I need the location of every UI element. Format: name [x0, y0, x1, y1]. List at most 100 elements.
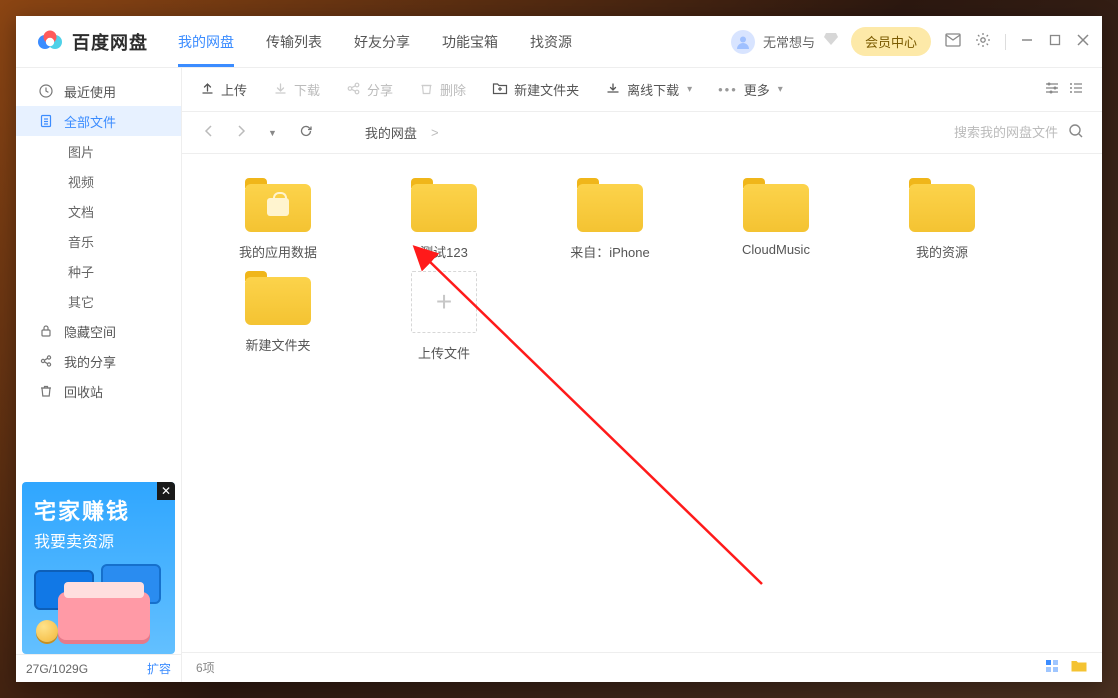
cloud-download-icon	[605, 81, 621, 99]
search-input[interactable]	[908, 125, 1058, 140]
sidebar-label: 我的分享	[64, 352, 116, 371]
upload-tile[interactable]: + 上传文件	[366, 271, 522, 362]
close-button[interactable]	[1076, 33, 1090, 50]
clock-icon	[38, 84, 54, 98]
file-grid: 我的应用数据 测试123 来自：iPhone CloudMusic 我的资源	[182, 154, 1102, 652]
trash-icon	[38, 384, 54, 398]
window-controls	[945, 32, 1090, 51]
folder-icon	[411, 178, 477, 232]
sidebar-item-recent[interactable]: 最近使用	[16, 76, 181, 106]
chevron-down-icon: ▾	[687, 84, 692, 95]
sidebar-label: 回收站	[64, 382, 103, 401]
status-bar: 6项	[182, 652, 1102, 682]
tab-toolbox[interactable]: 功能宝箱	[442, 16, 498, 67]
folder-item[interactable]: 我的应用数据	[200, 178, 356, 261]
share-button[interactable]: 分享	[346, 80, 393, 99]
storage-bar: 27G/1029G 扩容	[16, 654, 181, 682]
sidebar-label: 全部文件	[64, 112, 116, 131]
tab-transfer[interactable]: 传输列表	[266, 16, 322, 67]
file-label: 上传文件	[418, 343, 470, 362]
folder-item[interactable]: 测试123	[366, 178, 522, 261]
view-folder-icon[interactable]	[1070, 658, 1088, 677]
main-panel: 上传 下载 分享 删除 新建文件夹	[182, 68, 1102, 682]
folder-item[interactable]: CloudMusic	[698, 178, 854, 261]
file-label: 测试123	[420, 242, 468, 261]
app-logo: 百度网盘	[36, 29, 148, 55]
view-toggles	[1044, 80, 1084, 99]
nav-forward-button[interactable]	[232, 122, 250, 143]
upload-button[interactable]: 上传	[200, 80, 247, 99]
share-icon	[346, 81, 361, 99]
folder-item[interactable]: 来自：iPhone	[532, 178, 688, 261]
file-label: CloudMusic	[742, 242, 810, 257]
cloud-logo-icon	[36, 29, 64, 55]
sidebar-item-images[interactable]: 图片	[16, 136, 181, 166]
plus-icon: +	[411, 271, 477, 333]
tab-friend-share[interactable]: 好友分享	[354, 16, 410, 67]
folder-icon	[909, 178, 975, 232]
item-count: 6项	[196, 659, 215, 676]
new-folder-icon	[492, 81, 508, 99]
sidebar-item-other[interactable]: 其它	[16, 286, 181, 316]
view-grid-icon[interactable]	[1044, 658, 1060, 677]
trash-icon	[419, 81, 434, 99]
app-folder-icon	[245, 178, 311, 232]
breadcrumb-root[interactable]: 我的网盘	[365, 123, 417, 142]
breadcrumb-row: ▼ 我的网盘 >	[182, 112, 1102, 154]
search-icon[interactable]	[1068, 123, 1084, 142]
folder-item[interactable]: 我的资源	[864, 178, 1020, 261]
username: 无常想与	[763, 32, 815, 51]
sidebar-list: 最近使用 全部文件 图片 视频 文档 音乐 种子 其它 隐藏空间 我的	[16, 68, 181, 476]
avatar	[731, 30, 755, 54]
sidebar-item-trash[interactable]: 回收站	[16, 376, 181, 406]
sidebar-label: 隐藏空间	[64, 322, 116, 341]
minimize-button[interactable]	[1020, 33, 1034, 50]
diamond-icon	[823, 32, 839, 51]
offline-download-button[interactable]: 离线下载 ▾	[605, 80, 692, 99]
file-label: 我的应用数据	[239, 242, 317, 261]
top-tabs: 我的网盘 传输列表 好友分享 功能宝箱 找资源	[178, 16, 572, 67]
sidebar-item-hidden[interactable]: 隐藏空间	[16, 316, 181, 346]
delete-button[interactable]: 删除	[419, 80, 466, 99]
nav-dropdown-button[interactable]: ▼	[264, 126, 281, 140]
sidebar-item-all-files[interactable]: 全部文件	[16, 106, 181, 136]
file-label: 新建文件夹	[245, 335, 310, 354]
lock-icon	[38, 324, 54, 338]
sidebar-item-torrents[interactable]: 种子	[16, 256, 181, 286]
user-area[interactable]: 无常想与	[731, 30, 839, 54]
nav-back-button[interactable]	[200, 122, 218, 143]
file-label: 来自：iPhone	[570, 242, 649, 261]
sidebar: 最近使用 全部文件 图片 视频 文档 音乐 种子 其它 隐藏空间 我的	[16, 68, 182, 682]
mail-icon[interactable]	[945, 33, 961, 50]
download-button[interactable]: 下载	[273, 80, 320, 99]
refresh-button[interactable]	[295, 122, 317, 143]
upload-icon	[200, 81, 215, 99]
doc-icon	[38, 114, 54, 128]
expand-storage-button[interactable]: 扩容	[147, 660, 171, 677]
toolbar: 上传 下载 分享 删除 新建文件夹	[182, 68, 1102, 112]
promo-close-button[interactable]: ✕	[157, 482, 175, 500]
tab-find-resources[interactable]: 找资源	[530, 16, 572, 67]
chevron-down-icon: ▾	[778, 84, 783, 95]
folder-icon	[743, 178, 809, 232]
maximize-button[interactable]	[1048, 33, 1062, 50]
sidebar-item-docs[interactable]: 文档	[16, 196, 181, 226]
share-icon	[38, 354, 54, 368]
sidebar-item-videos[interactable]: 视频	[16, 166, 181, 196]
app-name: 百度网盘	[72, 29, 148, 55]
gear-icon[interactable]	[975, 32, 991, 51]
storage-text: 27G/1029G	[26, 662, 88, 676]
view-equalizer-icon[interactable]	[1044, 80, 1060, 99]
more-button[interactable]: ••• 更多 ▾	[718, 80, 783, 99]
member-center-button[interactable]: 会员中心	[851, 27, 931, 56]
promo-banner[interactable]: ✕ 宅家赚钱 我要卖资源	[22, 482, 175, 654]
folder-item[interactable]: 新建文件夹	[200, 271, 356, 362]
sidebar-item-music[interactable]: 音乐	[16, 226, 181, 256]
promo-line1: 宅家赚钱	[34, 494, 163, 526]
tab-my-drive[interactable]: 我的网盘	[178, 16, 234, 67]
app-window: 百度网盘 我的网盘 传输列表 好友分享 功能宝箱 找资源 无常想与 会员中心	[16, 16, 1102, 682]
sidebar-item-my-shares[interactable]: 我的分享	[16, 346, 181, 376]
new-folder-button[interactable]: 新建文件夹	[492, 80, 579, 99]
more-icon: •••	[718, 82, 738, 97]
view-list-icon[interactable]	[1068, 80, 1084, 99]
